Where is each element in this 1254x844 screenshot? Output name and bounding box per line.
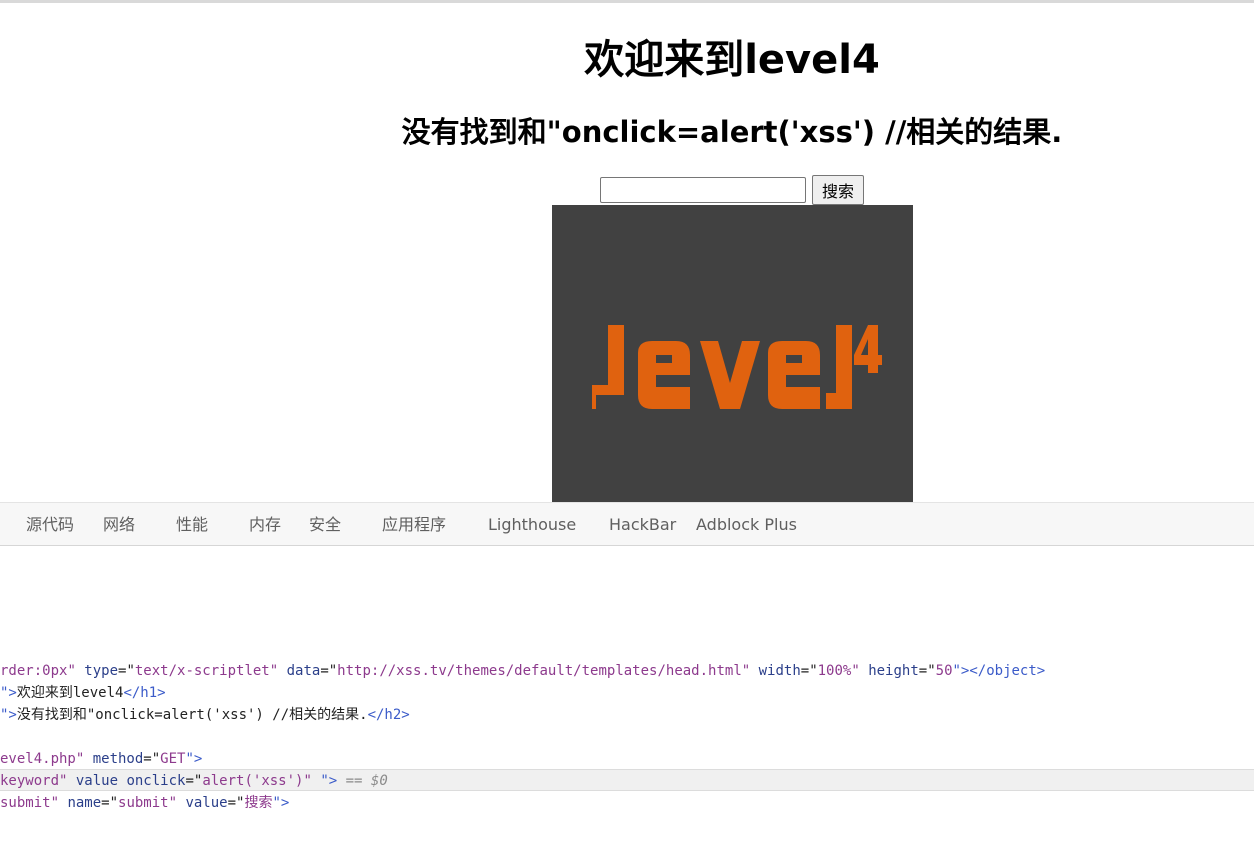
dom-token: data [286,663,321,679]
dom-token: "> [952,663,970,679]
dom-token: =" [320,663,338,679]
tab-sources[interactable]: 源代码 [26,503,74,545]
dom-node-line[interactable]: evel4.php" method="GET"> [0,748,1254,770]
dom-node-selected[interactable]: keyword" value onclick="alert('xss')" ">… [0,769,1254,791]
dom-token: " [741,663,759,679]
dom-token: </h2> [367,707,410,723]
dom-token: type [84,663,119,679]
dom-token: keyword [0,773,60,789]
browser-window: 欢迎来到level4 没有找到和"onclick=alert('xss') //… [0,0,1254,844]
tab-application[interactable]: 应用程序 [382,503,446,545]
dom-token: "> [185,751,203,767]
dom-node-line[interactable]: ">没有找到和"onclick=alert('xss') //相关的结果.</h… [0,704,1254,726]
dom-token: " [851,663,869,679]
dom-token: "> [272,795,290,811]
tab-adblock-plus[interactable]: Adblock Plus [696,503,797,545]
level4-logo-graphic: level 4 [552,205,913,502]
dom-token: =" [918,663,936,679]
dom-token: </object> [969,663,1046,679]
dom-token: value [185,795,228,811]
dom-token: height [868,663,919,679]
dom-token: 50 [935,663,953,679]
dom-token: == $0 [337,773,388,789]
dom-token: " [50,795,68,811]
dom-token: " [59,773,76,789]
dom-node-line[interactable]: rder:0px" type="text/x-scriptlet" data="… [0,660,1254,682]
dom-token: =" [800,663,818,679]
dom-token: " [67,663,85,679]
dom-token: " [303,773,321,789]
dom-token: http://xss.tv/themes/default/templates/h… [337,663,742,679]
dom-token: submit [118,795,169,811]
tab-performance[interactable]: 性能 [176,503,208,545]
page-heading: 欢迎来到level4 [584,37,880,83]
dom-token: =" [185,773,203,789]
tab-network[interactable]: 网络 [103,503,135,545]
level4-logo-image: level 4 [552,205,913,502]
dom-token: =" [118,663,135,679]
keyword-input[interactable] [600,177,806,203]
search-result-message: 没有找到和"onclick=alert('xss') //相关的结果. [401,115,1063,149]
dom-token: text/x-scriptlet [134,663,270,679]
dom-token: 没有找到和"onclick=alert('xss') //相关的结果. [16,707,368,723]
dom-token: " [269,663,287,679]
dom-token: rder:0px [0,663,68,679]
dom-token: value onclick [75,773,186,789]
dom-token: 100% [817,663,852,679]
dom-token: submit [0,795,51,811]
dom-token: "> [0,707,17,723]
tab-hackbar[interactable]: HackBar [609,503,676,545]
dom-token: "> [0,685,17,701]
dom-token: </h1> [123,685,166,701]
dom-token: 欢迎来到level4 [16,685,124,701]
dom-token: width [758,663,801,679]
dom-token: 搜索 [244,795,273,811]
search-form: 搜索 [600,175,865,205]
dom-node-line[interactable] [0,726,1254,748]
dom-token: name [67,795,102,811]
dom-token: " [168,795,186,811]
dom-token: =" [227,795,245,811]
page-viewport: 欢迎来到level4 没有找到和"onclick=alert('xss') //… [0,3,1254,502]
search-button[interactable]: 搜索 [812,175,865,205]
dom-token: " [75,751,93,767]
tab-memory[interactable]: 内存 [249,503,281,545]
dom-token: alert('xss') [202,773,304,789]
dom-token: =" [143,751,161,767]
dom-node-line[interactable]: ">欢迎来到level4</h1> [0,682,1254,704]
dom-token: evel4.php [0,751,76,767]
tab-security[interactable]: 安全 [309,503,341,545]
dom-token: method [92,751,144,767]
elements-panel: rder:0px" type="text/x-scriptlet" data="… [0,547,1254,844]
dom-token: GET [160,751,186,767]
dom-node-line[interactable]: submit" name="submit" value="搜索"> [0,792,1254,814]
tab-lighthouse[interactable]: Lighthouse [488,503,576,545]
dom-token: "> [320,773,338,789]
devtools-tab-bar: 源代码 网络 性能 内存 安全 应用程序 Lighthouse HackBar … [0,502,1254,546]
dom-token: =" [101,795,119,811]
